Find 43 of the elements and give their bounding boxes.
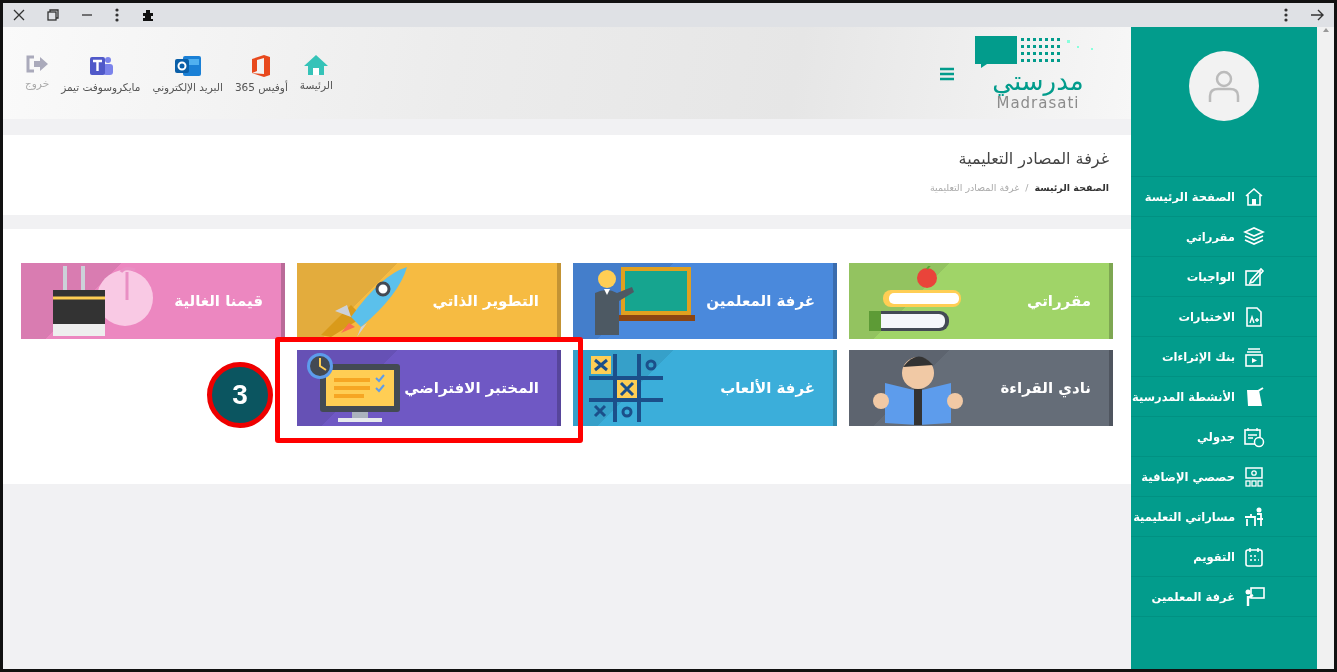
puzzle-icon [141, 8, 155, 22]
restore-icon [47, 9, 59, 21]
presenter-icon [1243, 505, 1265, 528]
menu-tile[interactable]: مقرراتي [849, 263, 1113, 339]
schedule-icon [1243, 425, 1265, 448]
menu-tile[interactable]: غرفة المعلمين [573, 263, 837, 339]
menu-tile[interactable]: نادي القراءة [849, 350, 1113, 426]
teacher-board-icon [1243, 585, 1265, 608]
user-silhouette-icon [1206, 68, 1242, 104]
home-icon [303, 53, 330, 76]
header-nav-link[interactable]: مايكروسوفت تيمز [61, 53, 141, 93]
logo-text: مدرستي [992, 68, 1084, 94]
pencil-icon [1243, 265, 1265, 288]
page-title: غرفة المصادر التعليمية [957, 149, 1109, 168]
menu-icon [939, 66, 955, 81]
classroom-icon [1243, 465, 1265, 488]
grade-document-icon [1243, 305, 1265, 328]
header-nav-link[interactable]: أوفيس 365 [234, 53, 288, 93]
header-nav-link[interactable]: الرئيسة [299, 53, 333, 93]
mail-icon [173, 53, 202, 78]
breadcrumb-link[interactable]: الصفحة الرئيسة [1034, 182, 1109, 193]
forward-arrow-icon [1310, 9, 1324, 21]
sidebar-item[interactable]: الأنشطة المدرسية [1131, 377, 1317, 417]
video-icon [1243, 345, 1265, 368]
menu-tile[interactable]: قيمنا الغالية [21, 263, 285, 339]
more-options-icon [1284, 8, 1288, 22]
close-icon [13, 9, 25, 21]
header-nav-link[interactable]: البريد الإلكتروني [152, 53, 223, 93]
house-icon [1243, 185, 1265, 208]
sidebar-item[interactable]: بنك الإثراءات [1131, 337, 1317, 377]
menu-tile[interactable]: المختبر الافتراضي [297, 350, 561, 426]
layers-icon [1243, 225, 1265, 248]
office-icon [250, 53, 273, 78]
sidebar-item[interactable]: حصصي الإضافية [1131, 457, 1317, 497]
logout-icon [25, 53, 50, 74]
breadcrumb-separator: / [1025, 182, 1029, 193]
menu-tile[interactable]: التطوير الذاتي [297, 263, 561, 339]
menu-tile[interactable]: غرفة الألعاب [573, 350, 837, 426]
calendar-icon [1243, 545, 1265, 568]
step-number-badge: 3 [207, 362, 273, 428]
more-options-icon [115, 8, 119, 22]
sidebar-item[interactable]: جدولي [1131, 417, 1317, 457]
breadcrumb-current: غرفة المصادر التعليمية [929, 182, 1020, 193]
